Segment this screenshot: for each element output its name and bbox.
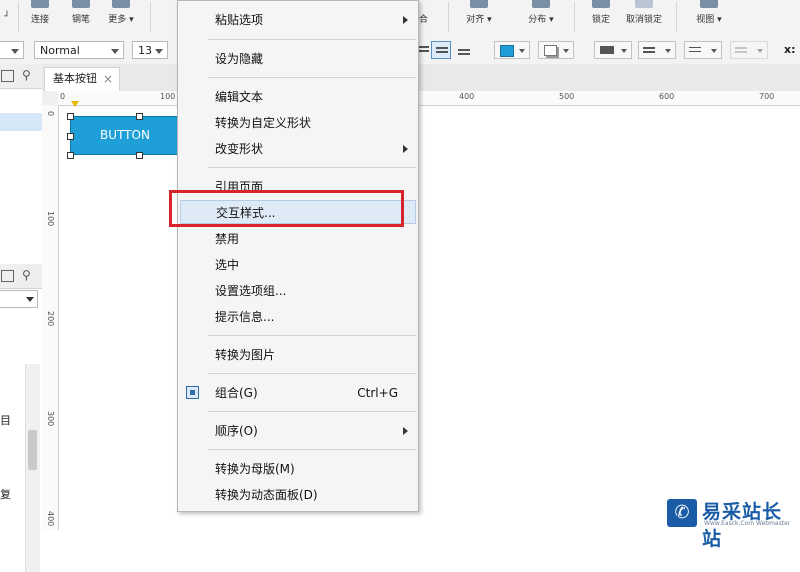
distribute-button[interactable]: 分布 ▾ — [524, 0, 558, 36]
menu-item-convert-master[interactable]: 转换为母版(M) — [178, 457, 418, 481]
resize-handle[interactable] — [67, 133, 74, 140]
library-search-icon[interactable]: ⚲ — [22, 268, 31, 282]
watermark-url: Www.Easck.Com Webmaster — [704, 520, 791, 527]
v-ruler-label: 300 — [46, 411, 55, 427]
library-scrollbar[interactable] — [25, 364, 40, 572]
h-ruler-label: 100 — [160, 92, 176, 101]
font-style-select[interactable]: Normal — [34, 41, 124, 59]
h-ruler-label: 0 — [60, 92, 66, 101]
view-icon — [700, 0, 718, 8]
menu-item-selected[interactable]: 选中 — [178, 253, 418, 277]
menu-item-set-hidden[interactable]: 设为隐藏 — [178, 47, 418, 71]
font-size-select[interactable]: 13 — [132, 41, 168, 59]
menu-item-order[interactable]: 顺序(O) — [178, 419, 418, 443]
submenu-arrow-icon — [403, 427, 408, 435]
lock-icon — [592, 0, 610, 8]
scroll-thumb[interactable] — [28, 430, 37, 470]
toolbar-partial-button[interactable]: ┘ — [0, 0, 14, 36]
menu-item-disable[interactable]: 禁用 — [178, 227, 418, 251]
align-button[interactable]: 对齐 ▾ — [462, 0, 496, 36]
more-button[interactable]: 更多 ▾ — [104, 0, 138, 36]
menu-item-edit-text[interactable]: 编辑文本 — [178, 85, 418, 109]
resize-handle[interactable] — [136, 152, 143, 159]
line-style-button[interactable] — [684, 41, 722, 59]
line-color-icon — [600, 46, 614, 54]
pen-button[interactable]: 钢笔 — [64, 0, 98, 36]
connect-icon — [31, 0, 49, 8]
align-middle-button[interactable] — [431, 41, 451, 59]
vertical-ruler: 0 100 200 300 400 — [42, 105, 59, 530]
h-ruler-label: 400 — [459, 92, 475, 101]
shadow-icon — [544, 45, 557, 56]
menu-item-group[interactable]: 组合(G) Ctrl+G — [178, 381, 418, 405]
lock-button[interactable]: 锁定 — [586, 0, 616, 36]
v-ruler-label: 0 — [46, 111, 55, 117]
connect-button[interactable]: 连接 — [25, 0, 55, 36]
close-icon[interactable]: × — [103, 68, 113, 90]
selected-page-item[interactable] — [0, 113, 42, 131]
button-widget[interactable]: BUTTON — [70, 116, 180, 155]
context-menu: 粘贴选项 设为隐藏 编辑文本 转换为自定义形状 改变形状 引用页面 交互样式..… — [177, 0, 419, 512]
h-ruler-label: 700 — [759, 92, 775, 101]
h-ruler-label: 600 — [659, 92, 675, 101]
menu-item-tooltip[interactable]: 提示信息... — [178, 305, 418, 329]
resize-handle[interactable] — [67, 113, 74, 120]
library-select[interactable] — [0, 290, 38, 308]
menu-item-convert-custom-shape[interactable]: 转换为自定义形状 — [178, 111, 418, 135]
fill-color-button[interactable] — [494, 41, 530, 59]
v-ruler-label: 200 — [46, 311, 55, 327]
unlock-button[interactable]: 取消锁定 — [622, 0, 666, 36]
line-color-button[interactable] — [594, 41, 632, 59]
align-icon — [470, 0, 488, 8]
distribute-icon — [532, 0, 550, 8]
tab-basic-button[interactable]: 基本按钮 × — [44, 67, 120, 91]
menu-item-change-shape[interactable]: 改变形状 — [178, 137, 418, 161]
font-family-select[interactable] — [0, 41, 24, 59]
watermark-logo-icon: ✆ — [667, 499, 697, 527]
combine-button[interactable]: 组合 — [418, 0, 436, 36]
highlight-annotation-box — [169, 190, 404, 227]
v-ruler-label: 100 — [46, 211, 55, 227]
view-button[interactable]: 视图 ▾ — [692, 0, 726, 36]
group-icon — [186, 386, 199, 399]
arrow-style-icon — [735, 47, 747, 49]
shortcut-label: Ctrl+G — [357, 386, 398, 400]
fill-color-icon — [500, 45, 514, 57]
pen-icon — [72, 0, 90, 8]
left-panel: ⚲ ⚲ 目 复 — [0, 64, 43, 572]
more-icon — [112, 0, 130, 8]
tab-bar: 基本按钮 × — [42, 64, 800, 92]
line-style-icon — [689, 47, 701, 48]
menu-item-convert-image[interactable]: 转换为图片 — [178, 343, 418, 367]
pages-panel-header: ⚲ — [0, 64, 42, 89]
menu-item-convert-dynamic-panel[interactable]: 转换为动态面板(D) — [178, 483, 418, 507]
unlock-icon — [635, 0, 653, 8]
watermark: ✆ 易采站长站 Www.Easck.Com Webmaster — [664, 497, 800, 550]
arrow-style-button[interactable] — [730, 41, 768, 59]
x-coordinate-label: x: — [784, 43, 796, 56]
library-panel-header: ⚲ — [0, 264, 42, 289]
shadow-button[interactable] — [538, 41, 574, 59]
left-text-b: 复 — [0, 488, 11, 501]
menu-item-paste-options[interactable]: 粘贴选项 — [178, 8, 418, 32]
resize-handle[interactable] — [136, 113, 143, 120]
submenu-arrow-icon — [403, 145, 408, 153]
line-weight-icon — [643, 47, 655, 49]
library-options-icon[interactable] — [1, 270, 14, 282]
ruler-corner — [42, 91, 59, 106]
align-bottom-button[interactable] — [454, 41, 474, 59]
h-ruler-label: 500 — [559, 92, 575, 101]
line-weight-button[interactable] — [638, 41, 676, 59]
search-icon[interactable]: ⚲ — [22, 68, 31, 82]
ruler-marker-icon — [71, 101, 79, 107]
menu-item-set-option-group[interactable]: 设置选项组... — [178, 279, 418, 303]
v-ruler-label: 400 — [46, 511, 55, 527]
left-text-a: 目 — [0, 414, 11, 427]
add-page-icon[interactable] — [1, 70, 14, 82]
horizontal-ruler: 0 100 400 500 600 700 — [58, 91, 800, 107]
resize-handle[interactable] — [67, 152, 74, 159]
submenu-arrow-icon — [403, 16, 408, 24]
